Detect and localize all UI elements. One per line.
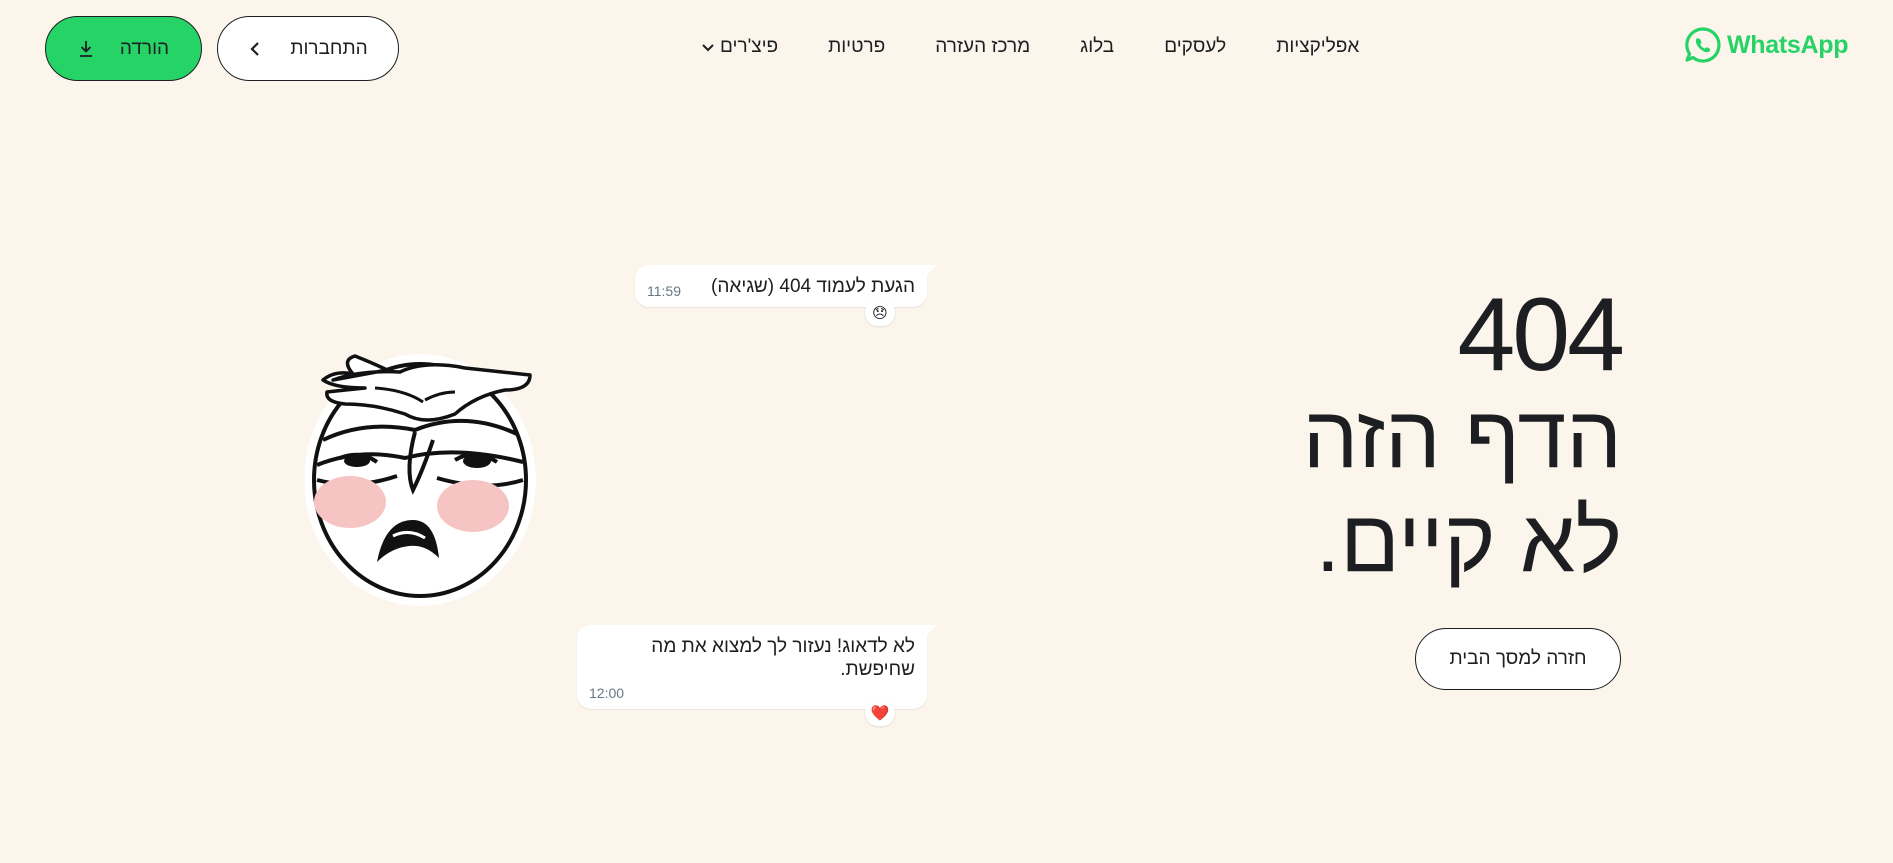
- login-button-label: התחברות: [290, 37, 368, 59]
- chat-message-time: 11:59: [647, 283, 681, 299]
- reaction-sad-emoji: 😞: [865, 300, 895, 326]
- nav-item-apps[interactable]: אפליקציות: [1276, 36, 1359, 58]
- bubble-tail: [925, 625, 937, 637]
- error-heading: 404 הדף הזה לא קיים.: [1302, 277, 1625, 593]
- nav-item-privacy[interactable]: פרטיות: [828, 36, 885, 58]
- chat-bubble: לא לדאוג! נעזור לך למצוא את מה שחיפשת. 1…: [577, 625, 937, 709]
- nav-item-business[interactable]: לעסקים: [1164, 36, 1226, 58]
- chevron-left-icon: [250, 41, 260, 56]
- chevron-down-icon: [702, 44, 714, 52]
- nav-item-features[interactable]: פיצ'רים: [700, 36, 778, 58]
- nav-item-help-center[interactable]: מרכז העזרה: [935, 36, 1030, 58]
- chat-message-text: לא לדאוג! נעזור לך למצוא את מה שחיפשת.: [651, 636, 915, 680]
- download-icon: [79, 40, 92, 57]
- login-button[interactable]: התחברות: [217, 16, 399, 81]
- bubble-tail: [925, 265, 937, 277]
- logo-text: WhatsApp: [1727, 30, 1849, 59]
- nav-item-label: אפליקציות: [1276, 36, 1360, 57]
- chat-message-text: הגעת לעמוד 404 (שגיאה): [711, 276, 915, 297]
- back-home-button-label: חזרה למסך הבית: [1449, 648, 1587, 669]
- error-code: 404: [1457, 277, 1625, 393]
- reaction-heart-emoji: ❤️: [865, 700, 895, 726]
- error-line-1: הדף הזה: [1302, 387, 1622, 486]
- back-home-button[interactable]: חזרה למסך הבית: [1415, 628, 1621, 690]
- facepalm-sticker-icon: [304, 330, 540, 615]
- nav-item-label: פיצ'רים: [720, 36, 779, 57]
- nav-item-label: בלוג: [1080, 36, 1115, 57]
- download-button[interactable]: הורדה: [45, 16, 202, 81]
- nav-item-label: מרכז העזרה: [935, 36, 1031, 57]
- download-button-label: הורדה: [119, 37, 170, 59]
- main-nav: פיצ'רים פרטיות מרכז העזרה בלוג לעסקים אפ…: [700, 36, 1359, 58]
- error-line-2: לא קיים.: [1315, 491, 1622, 590]
- whatsapp-logo[interactable]: WhatsApp: [1684, 26, 1849, 64]
- chat-message-time: 12:00: [589, 685, 625, 701]
- nav-item-blog[interactable]: בלוג: [1080, 36, 1114, 58]
- whatsapp-logo-icon: [1685, 27, 1721, 63]
- nav-item-label: פרטיות: [828, 36, 886, 57]
- nav-item-label: לעסקים: [1164, 36, 1227, 57]
